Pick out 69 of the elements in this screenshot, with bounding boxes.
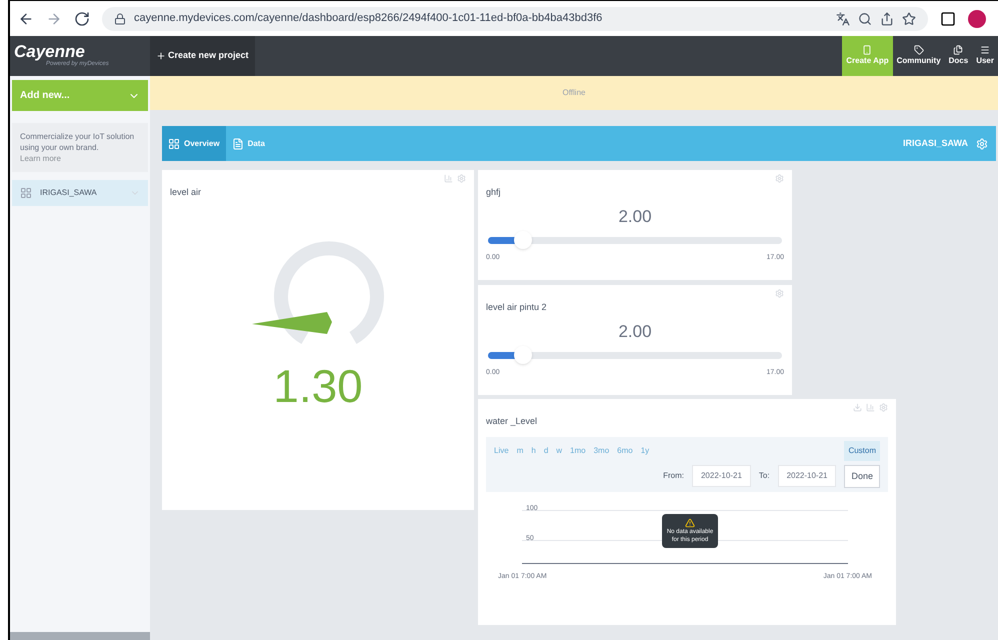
range-option[interactable]: h (531, 444, 536, 456)
tab[interactable]: Overview (162, 126, 226, 161)
device-title: IRIGASI_SAWA (902, 136, 968, 150)
custom-range-button[interactable]: Custom (844, 440, 880, 460)
gauge-value: 1.30 (272, 358, 364, 414)
create-project-button[interactable]: Create new project (150, 36, 255, 76)
download-icon[interactable] (853, 403, 862, 412)
range-option[interactable]: 1y (640, 444, 650, 456)
nav-icon (953, 45, 964, 55)
offline-banner: Offline (150, 76, 998, 110)
range-option[interactable]: w (556, 444, 562, 456)
reload-icon[interactable] (74, 10, 90, 26)
learn-more-link[interactable]: Learn more (20, 154, 61, 163)
nav-item[interactable]: User (972, 36, 998, 76)
slider-value: 2.00 (617, 320, 653, 342)
address-bar[interactable]: cayenne.mydevices.com/cayenne/dashboard/esp8266/2494f400-1c01-11ed-bf0a-bb4ba43bd3f6 (102, 6, 928, 30)
widget-title: ghfj (486, 186, 502, 199)
to-date-field[interactable]: 2022-10-21 (778, 465, 836, 488)
range-option[interactable]: 6mo (617, 444, 633, 456)
settings-icon[interactable] (457, 174, 466, 183)
range-option[interactable]: 1mo (570, 444, 586, 456)
url-text: cayenne.mydevices.com/cayenne/dashboard/esp8266/2494f400-1c01-11ed-bf0a-bb4ba43bd3f6 (134, 11, 604, 26)
range-option[interactable]: d (544, 444, 548, 456)
device-icon (20, 187, 32, 199)
slider-thumb[interactable] (514, 346, 532, 364)
forward-icon[interactable] (46, 10, 62, 26)
slider-track[interactable] (488, 231, 782, 249)
slider-thumb[interactable] (514, 231, 532, 249)
zoom-icon[interactable] (858, 12, 872, 26)
slider-value: 2.00 (617, 206, 653, 228)
tab-icon (232, 138, 244, 150)
from-label: From: (663, 470, 684, 482)
tab[interactable]: Data (226, 126, 271, 161)
nav-icon (862, 45, 872, 55)
share-icon[interactable] (880, 12, 894, 26)
chart-icon[interactable] (866, 403, 875, 412)
lock-icon (114, 12, 126, 24)
back-icon[interactable] (18, 10, 34, 26)
add-new-dropdown[interactable]: Add new... (12, 80, 148, 111)
logo[interactable]: Cayenne (14, 43, 150, 60)
widget-title: water _Level (486, 415, 538, 428)
range-option[interactable]: m (516, 444, 524, 456)
widget-title: level air (170, 186, 202, 199)
slider-track[interactable] (488, 346, 782, 364)
nav-item[interactable]: Create App (842, 36, 893, 76)
range-option[interactable]: Live (494, 444, 509, 456)
settings-icon[interactable] (879, 403, 888, 412)
settings-icon[interactable] (775, 174, 784, 183)
widget-title: level air pintu 2 (486, 301, 548, 314)
to-label: To: (758, 470, 770, 482)
done-button[interactable]: Done (844, 464, 880, 488)
device-name: IRIGASI_SAWA (40, 187, 98, 199)
plus-icon (156, 51, 166, 61)
range-option[interactable]: 3mo (594, 444, 610, 456)
promo-text: Commercialize your IoT solution using your own brand. Learn more (20, 131, 136, 164)
from-date-field[interactable]: 2022-10-21 (692, 465, 751, 488)
nav-item[interactable]: Community (892, 36, 945, 76)
translate-icon[interactable] (836, 12, 850, 26)
nav-item[interactable]: Docs (944, 36, 972, 76)
device-item[interactable]: IRIGASI_SAWA (12, 180, 148, 206)
star-icon[interactable] (902, 12, 916, 26)
warning-icon (685, 518, 695, 528)
profile-avatar[interactable] (968, 10, 986, 28)
window-icon[interactable] (940, 10, 956, 26)
settings-icon[interactable] (775, 289, 784, 298)
tab-icon (168, 138, 180, 150)
chart-icon[interactable] (444, 174, 453, 183)
nav-icon (914, 45, 924, 55)
nav-icon (980, 45, 990, 55)
